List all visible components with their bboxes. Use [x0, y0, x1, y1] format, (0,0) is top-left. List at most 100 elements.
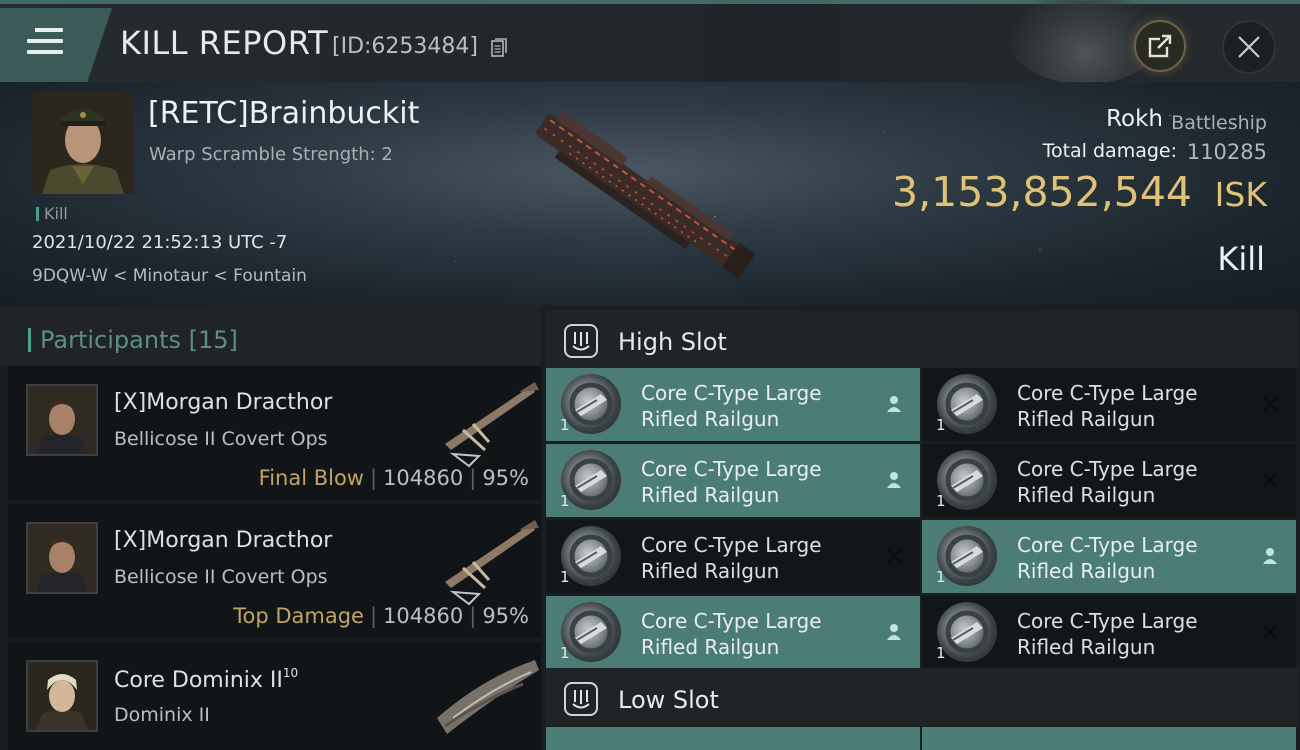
high-slot-module[interactable]: 1 Core C-Type Large Rifled Railgun: [546, 520, 920, 593]
railgun-icon: [561, 602, 621, 662]
railgun-icon: [937, 526, 997, 586]
participant-portrait: [28, 524, 96, 592]
railgun-icon: [561, 374, 621, 434]
module-name-line2: Rifled Railgun: [641, 483, 780, 507]
kill-type-tag: Kill: [36, 204, 68, 223]
participants-count: [15]: [188, 326, 238, 354]
participant-damage: 104860: [383, 466, 464, 490]
participants-title: Participants [15]: [28, 326, 238, 354]
high-slot-module[interactable]: 1 Core C-Type Large Rifled Railgun: [922, 596, 1296, 669]
low-slot-header: Low Slot: [546, 668, 1298, 726]
high-slot-module[interactable]: 1 Core C-Type Large Rifled Railgun: [922, 368, 1296, 441]
kill-location[interactable]: 9DQW-W < Minotaur < Fountain: [32, 266, 307, 286]
module-quantity: 1: [560, 492, 570, 510]
destroyed-x-icon: [1262, 624, 1278, 640]
module-name-line2: Rifled Railgun: [1017, 635, 1156, 659]
victim-ship-class: Battleship: [1171, 112, 1267, 134]
kill-id: [ID:6253484]: [332, 34, 478, 59]
stats-separator: |: [369, 604, 378, 628]
participant-ship-image: [445, 520, 539, 606]
participant-damage-percent: 95%: [482, 466, 529, 490]
participant-ship: Bellicose II Covert Ops: [114, 428, 328, 450]
user-icon: [887, 472, 901, 488]
railgun-glyph: [945, 382, 989, 426]
railgun-glyph: [569, 534, 613, 578]
participant-row[interactable]: [X]Morgan Dracthor Bellicose II Covert O…: [8, 366, 541, 500]
kill-tag-label: Kill: [44, 204, 68, 223]
stats-separator: |: [469, 604, 477, 628]
warp-scramble-strength: Warp Scramble Strength: 2: [149, 144, 393, 165]
victim-banner: [RETC]Brainbuckit Warp Scramble Strength…: [0, 82, 1300, 306]
stats-separator: |: [369, 466, 378, 490]
share-button[interactable]: [1134, 20, 1186, 72]
participant-row[interactable]: Core Dominix II10 Dominix II: [8, 642, 541, 750]
railgun-glyph: [945, 610, 989, 654]
destroyed-x-icon: [1262, 472, 1278, 488]
close-button[interactable]: [1222, 20, 1276, 74]
railgun-glyph: [569, 458, 613, 502]
module-quantity: 1: [936, 644, 946, 662]
top-bar: KILL REPORT [ID:6253484]: [0, 0, 1300, 84]
module-quantity: 1: [560, 416, 570, 434]
module-quantity: 1: [560, 568, 570, 586]
victim-portrait[interactable]: [32, 92, 134, 194]
menu-icon-notch: [27, 27, 35, 34]
victim-ship-name[interactable]: Rokh: [1106, 106, 1163, 132]
module-name-line2: Rifled Railgun: [641, 559, 780, 583]
railgun-icon: [561, 450, 621, 510]
low-slot-module[interactable]: [546, 727, 920, 750]
module-name-line1: Core C-Type Large: [1017, 381, 1198, 405]
participants-header: Participants [15]: [0, 306, 541, 366]
low-slot-icon: [564, 682, 598, 716]
module-quantity: 1: [560, 644, 570, 662]
slot-glyph: [572, 332, 590, 351]
high-slot-title: High Slot: [618, 328, 727, 356]
menu-icon-bar: [27, 39, 63, 43]
module-name-line1: Core C-Type Large: [641, 457, 822, 481]
kill-datetime: 2021/10/22 21:52:13 UTC -7: [32, 232, 288, 253]
page-title: KILL REPORT: [120, 24, 329, 62]
module-name-line2: Rifled Railgun: [1017, 407, 1156, 431]
high-slot-module[interactable]: 1 Core C-Type Large Rifled Railgun: [546, 444, 920, 517]
stats-separator: |: [469, 466, 477, 490]
module-name-line2: Rifled Railgun: [641, 407, 780, 431]
participant-ship-image: [437, 660, 539, 734]
kill-result: Kill: [1217, 240, 1265, 278]
slot-glyph: [572, 690, 590, 709]
railgun-icon: [937, 602, 997, 662]
total-damage-value: 110285: [1186, 140, 1267, 164]
final-blow-tag: Final Blow: [258, 466, 364, 490]
participants-marker: [28, 328, 31, 352]
module-quantity: 1: [936, 416, 946, 434]
module-name-line1: Core C-Type Large: [1017, 533, 1198, 557]
high-slot-module[interactable]: 1 Core C-Type Large Rifled Railgun: [546, 596, 920, 669]
high-slot-header: High Slot: [546, 310, 1298, 368]
participant-avatar: [26, 384, 98, 456]
low-slot-module[interactable]: [922, 727, 1296, 750]
participant-damage: 104860: [383, 604, 464, 628]
railgun-icon: [937, 450, 997, 510]
top-damage-tag: Top Damage: [233, 604, 364, 628]
participant-name-superscript: 10: [282, 666, 299, 680]
victim-name[interactable]: [RETC]Brainbuckit: [148, 96, 419, 131]
module-quantity: 1: [936, 492, 946, 510]
module-name-line2: Rifled Railgun: [641, 635, 780, 659]
victim-ship-image[interactable]: [520, 104, 770, 284]
participant-name-text: Core Dominix II: [114, 668, 283, 693]
copy-icon[interactable]: [491, 38, 507, 58]
participant-row[interactable]: [X]Morgan Dracthor Bellicose II Covert O…: [8, 504, 541, 638]
railgun-glyph: [945, 534, 989, 578]
menu-button[interactable]: [0, 8, 112, 82]
high-slot-module[interactable]: 1 Core C-Type Large Rifled Railgun: [546, 368, 920, 441]
high-slot-module[interactable]: 1 Core C-Type Large Rifled Railgun: [922, 444, 1296, 517]
isk-value: 3,153,852,544: [892, 168, 1192, 216]
destroyed-x-icon: [886, 548, 902, 564]
railgun-icon: [937, 374, 997, 434]
high-slot-module[interactable]: 1 Core C-Type Large Rifled Railgun: [922, 520, 1296, 593]
high-slot-icon: [564, 324, 598, 358]
fitting-panel: High Slot 1 Core C-Type Large Rifled Railg…: [541, 306, 1300, 750]
railgun-glyph: [569, 382, 613, 426]
participant-avatar: [26, 522, 98, 594]
share-icon: [1148, 34, 1172, 58]
user-icon: [887, 396, 901, 412]
